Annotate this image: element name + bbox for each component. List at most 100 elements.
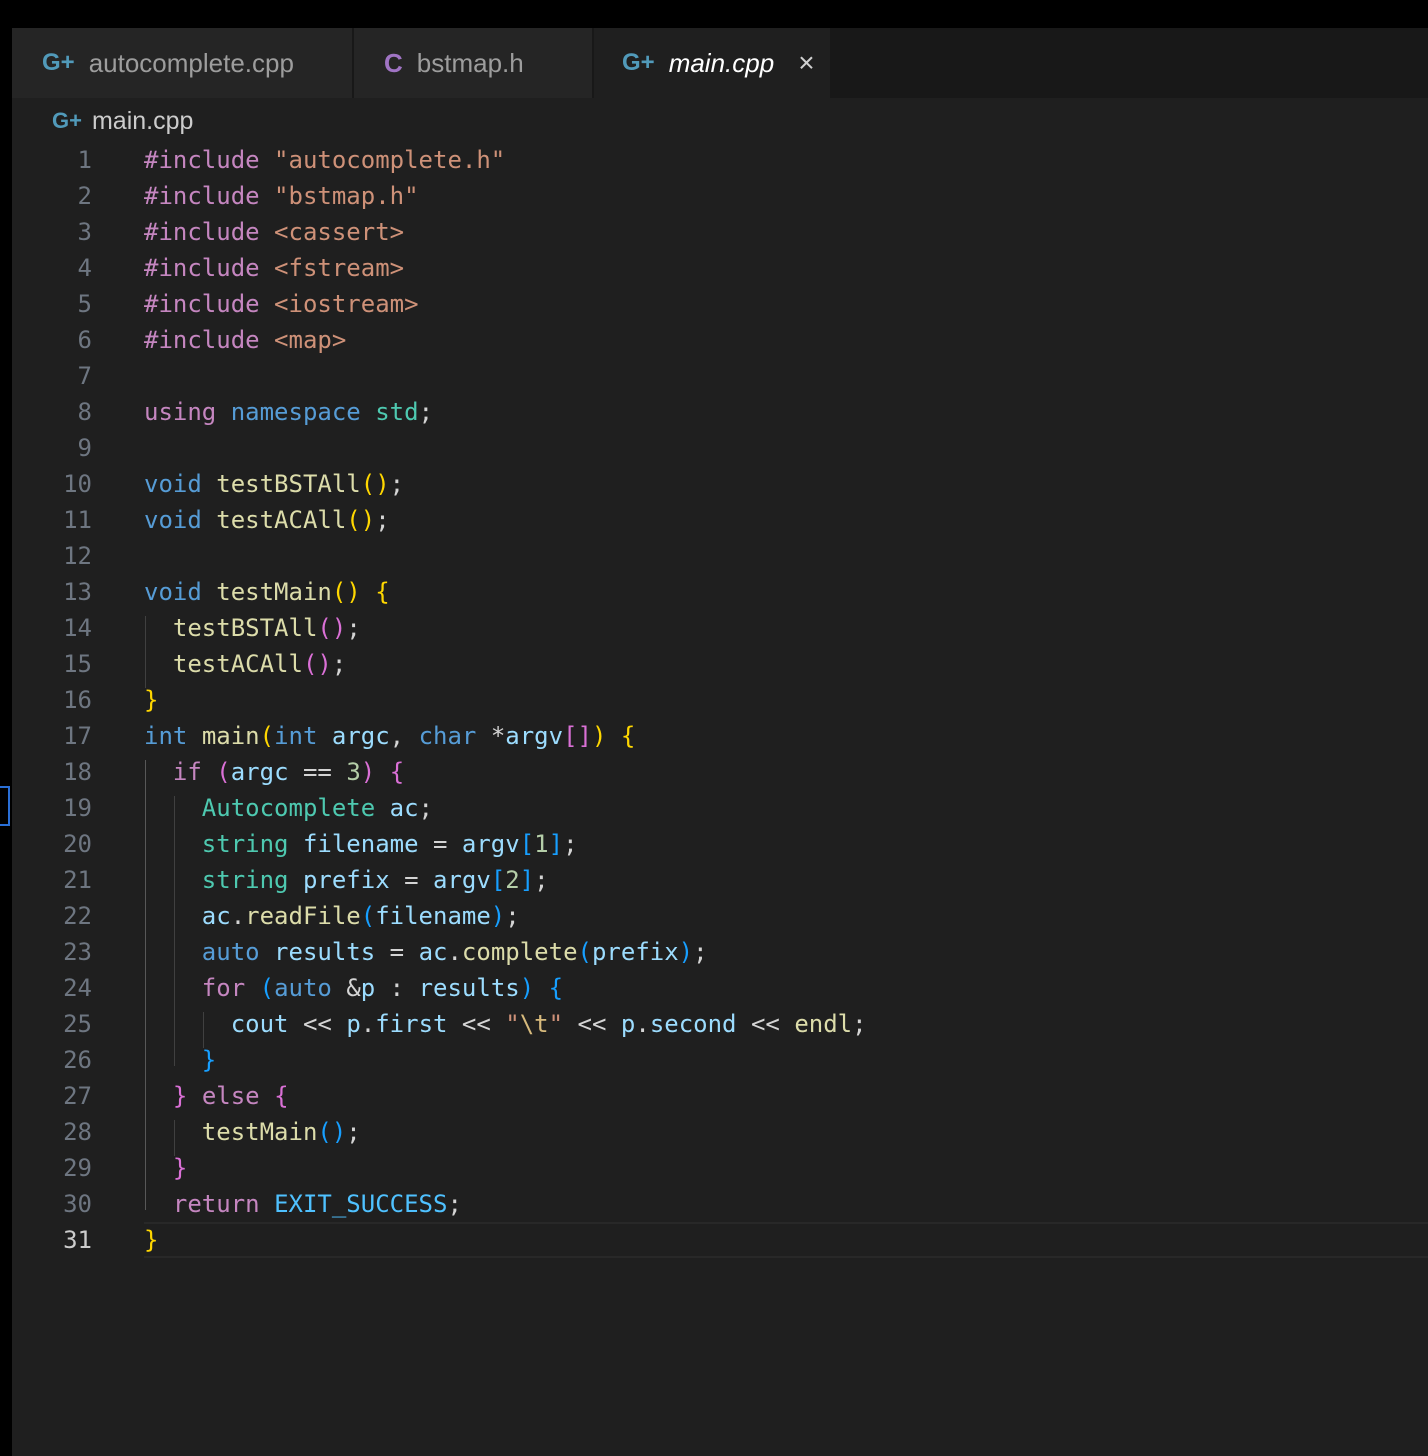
code-line: 24 for (auto &p : results) { <box>12 970 1428 1006</box>
line-number: 3 <box>77 218 92 246</box>
code-text: string prefix = argv[2]; <box>201 866 549 894</box>
code-text: void testMain() { <box>144 578 390 606</box>
line-number: 11 <box>63 506 92 534</box>
code-line: 6 #include <map> <box>12 322 1428 358</box>
code-line: 5 #include <iostream> <box>12 286 1428 322</box>
line-number: 2 <box>77 182 92 210</box>
code-text: } <box>172 1154 188 1182</box>
code-line: 11 void testACAll(); <box>12 502 1428 538</box>
cpp-file-icon: G+ <box>622 49 655 76</box>
code-text: #include "bstmap.h" <box>144 182 419 210</box>
code-line: 13 void testMain() { <box>12 574 1428 610</box>
code-line: 4 #include <fstream> <box>12 250 1428 286</box>
code-text: cout << p.first << "\t" << p.second << e… <box>230 1010 867 1038</box>
code-text: if (argc == 3) { <box>172 758 405 786</box>
code-text: } <box>144 686 159 714</box>
line-number: 27 <box>63 1082 92 1110</box>
line-number: 12 <box>63 542 92 570</box>
code-line: 15 testACAll(); <box>12 646 1428 682</box>
tab-bar: G+ autocomplete.cpp C bstmap.h G+ main.c… <box>12 28 1428 98</box>
code-line-current: 31} <box>12 1222 1428 1258</box>
tab-autocomplete-cpp[interactable]: G+ autocomplete.cpp <box>12 28 352 98</box>
code-line: 2 #include "bstmap.h" <box>12 178 1428 214</box>
code-line: 23 auto results = ac.complete(prefix); <box>12 934 1428 970</box>
code-text: testACAll(); <box>172 650 347 678</box>
code-line: 12 <box>12 538 1428 574</box>
code-text: ac.readFile(filename); <box>201 902 520 930</box>
line-number: 24 <box>63 974 92 1002</box>
line-number: 28 <box>63 1118 92 1146</box>
line-number: 23 <box>63 938 92 966</box>
code-text: using namespace std; <box>144 398 434 426</box>
cpp-file-icon: G+ <box>42 49 75 76</box>
code-text: auto results = ac.complete(prefix); <box>201 938 708 966</box>
breadcrumb[interactable]: G+ main.cpp <box>52 106 193 136</box>
code-line: 29 } <box>12 1150 1428 1186</box>
code-line: 14 testBSTAll(); <box>12 610 1428 646</box>
code-text: testMain(); <box>201 1118 361 1146</box>
gutter-change-marker <box>0 786 10 826</box>
code-text: Autocomplete ac; <box>201 794 433 822</box>
editor-window: G+ autocomplete.cpp C bstmap.h G+ main.c… <box>0 28 1428 1456</box>
code-text: void testACAll(); <box>144 506 390 534</box>
code-line: 26 } <box>12 1042 1428 1078</box>
code-editor[interactable]: 1 #include "autocomplete.h" 2 #include "bs… <box>0 142 1428 1342</box>
code-text: void testBSTAll(); <box>144 470 405 498</box>
tab-main-cpp[interactable]: G+ main.cpp × <box>594 28 830 98</box>
code-text: testBSTAll(); <box>172 614 361 642</box>
breadcrumb-file[interactable]: main.cpp <box>92 107 193 136</box>
code-line: 28 testMain(); <box>12 1114 1428 1150</box>
line-number: 6 <box>77 326 92 354</box>
line-number: 15 <box>63 650 92 678</box>
line-number: 31 <box>63 1226 92 1254</box>
line-number: 22 <box>63 902 92 930</box>
close-tab-icon[interactable]: × <box>798 47 814 79</box>
code-text: for (auto &p : results) { <box>201 974 564 1002</box>
code-line: 18 if (argc == 3) { <box>12 754 1428 790</box>
code-text: #include <iostream> <box>144 290 419 318</box>
tab-label: main.cpp <box>668 47 775 78</box>
code-text: #include <cassert> <box>144 218 405 246</box>
code-text: int main(int argc, char *argv[]) { <box>144 722 636 750</box>
c-header-file-icon: C <box>384 47 403 78</box>
line-number: 7 <box>77 362 92 390</box>
line-number: 21 <box>63 866 92 894</box>
line-number: 20 <box>63 830 92 858</box>
code-text: } <box>201 1046 217 1074</box>
line-number: 18 <box>63 758 92 786</box>
code-line: 30 return EXIT_SUCCESS; <box>12 1186 1428 1222</box>
line-number: 10 <box>63 470 92 498</box>
tab-label: bstmap.h <box>416 47 524 78</box>
code-text: return EXIT_SUCCESS; <box>172 1190 462 1218</box>
line-number: 16 <box>63 686 92 714</box>
line-number: 17 <box>63 722 92 750</box>
code-text: #include <fstream> <box>144 254 405 282</box>
tab-bstmap-h[interactable]: C bstmap.h <box>354 28 592 98</box>
code-line: 16} <box>12 682 1428 718</box>
code-text: string filename = argv[1]; <box>201 830 578 858</box>
code-line: 22 ac.readFile(filename); <box>12 898 1428 934</box>
code-line: 27 } else { <box>12 1078 1428 1114</box>
code-text: #include "autocomplete.h" <box>144 146 506 174</box>
line-number: 4 <box>77 254 92 282</box>
code-line: 21 string prefix = argv[2]; <box>12 862 1428 898</box>
code-line: 1 #include "autocomplete.h" <box>12 142 1428 178</box>
line-number: 1 <box>77 146 92 174</box>
code-line: 17 int main(int argc, char *argv[]) { <box>12 718 1428 754</box>
line-number: 26 <box>63 1046 92 1074</box>
code-text: } <box>144 1226 159 1254</box>
code-line: 7 <box>12 358 1428 394</box>
code-text: } else { <box>172 1082 289 1110</box>
line-number: 29 <box>63 1154 92 1182</box>
code-line: 9 <box>12 430 1428 466</box>
line-number: 13 <box>63 578 92 606</box>
current-line-highlight <box>144 1222 1428 1258</box>
line-number: 19 <box>63 794 92 822</box>
line-number: 14 <box>63 614 92 642</box>
line-number: 25 <box>63 1010 92 1038</box>
line-number: 30 <box>63 1190 92 1218</box>
code-line: 20 string filename = argv[1]; <box>12 826 1428 862</box>
code-line: 10 void testBSTAll(); <box>12 466 1428 502</box>
code-line: 25 cout << p.first << "\t" << p.second <… <box>12 1006 1428 1042</box>
line-number: 9 <box>77 434 92 462</box>
